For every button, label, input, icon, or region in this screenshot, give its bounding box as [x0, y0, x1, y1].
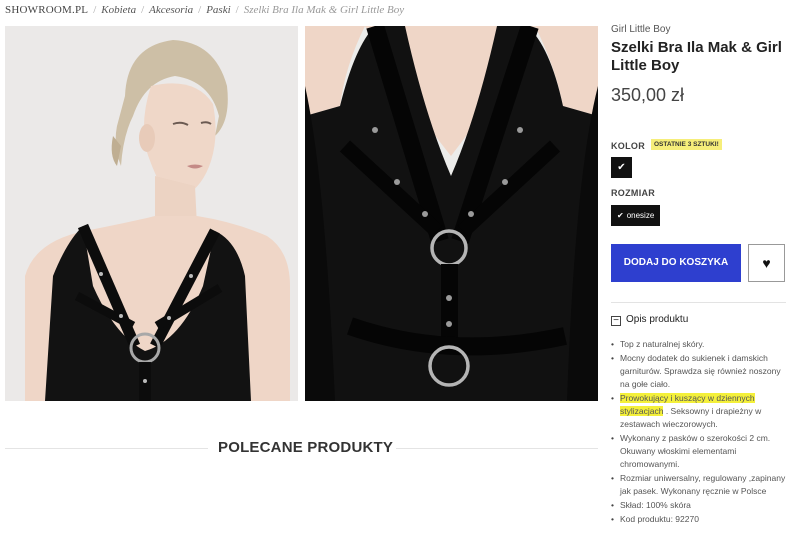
breadcrumb-item-akcesoria[interactable]: Akcesoria [149, 4, 193, 16]
list-item: Wykonany z pasków o szerokości 2 cm. Oku… [611, 432, 786, 472]
size-option-label: onesize [626, 211, 655, 220]
list-item: Mocny dodatek do sukienek i damskich gar… [611, 352, 786, 392]
breadcrumb-separator: / [198, 4, 202, 16]
product-image-main[interactable] [5, 26, 298, 401]
product-image-detail[interactable] [305, 26, 598, 401]
heart-icon: ♥ [762, 255, 771, 271]
list-item: Rozmiar uniwersalny, regulowany ,zapinan… [611, 472, 786, 498]
section-divider-left [5, 448, 208, 449]
color-swatch-black[interactable]: ✔ [611, 157, 632, 178]
stock-badge: OSTATNIE 3 SZTUKI! [651, 139, 722, 151]
list-item: Top z naturalnej skóry. [611, 338, 786, 351]
wishlist-button[interactable]: ♥ [748, 244, 785, 282]
breadcrumb-item-kobieta[interactable]: Kobieta [101, 4, 136, 16]
color-label-row: KOLOR OSTATNIE 3 SZTUKI! [611, 136, 722, 154]
breadcrumb-separator: / [93, 4, 97, 16]
divider [611, 302, 786, 303]
list-item: Skład: 100% skóra [611, 499, 786, 512]
list-item: Prowokujący i kuszący w dziennych styliz… [611, 392, 786, 432]
recommended-title: POLECANE PRODUKTY [218, 439, 394, 456]
breadcrumb-separator: / [235, 4, 239, 16]
product-brand[interactable]: Girl Little Boy [611, 24, 791, 35]
description-header: Opis produktu [626, 314, 689, 325]
product-price: 350,00 zł [611, 85, 685, 105]
feature-list: Top z naturalnej skóry. Mocny dodatek do… [611, 338, 786, 526]
check-icon: ✔ [617, 211, 624, 220]
breadcrumb-item-home[interactable]: SHOWROOM.PL [5, 4, 88, 16]
model-photo [5, 26, 298, 401]
check-icon: ✔ [617, 162, 626, 173]
harness-closeup-photo [305, 26, 598, 401]
minus-icon: − [611, 316, 621, 326]
size-option-onesize[interactable]: ✔ onesize [611, 205, 661, 226]
breadcrumb-separator: / [141, 4, 145, 16]
size-label: ROZMIAR [611, 188, 656, 198]
list-item: Kod produktu: 92270 [611, 513, 786, 526]
add-to-cart-button[interactable]: DODAJ DO KOSZYKA [611, 244, 741, 282]
section-divider-right [396, 448, 598, 449]
breadcrumb: SHOWROOM.PL / Kobieta / Akcesoria / Paski / Szel… [5, 4, 404, 16]
color-label: KOLOR [611, 141, 645, 151]
product-title: Szelki Bra Ila Mak & Girl Little Boy [611, 39, 782, 74]
description-toggle[interactable]: − Opis produktu [611, 314, 688, 326]
breadcrumb-current: Szelki Bra Ila Mak & Girl Little Boy [243, 4, 405, 16]
product-info: Girl Little Boy Szelki Bra Ila Mak & Gir… [611, 24, 791, 106]
breadcrumb-item-paski[interactable]: Paski [206, 4, 230, 16]
